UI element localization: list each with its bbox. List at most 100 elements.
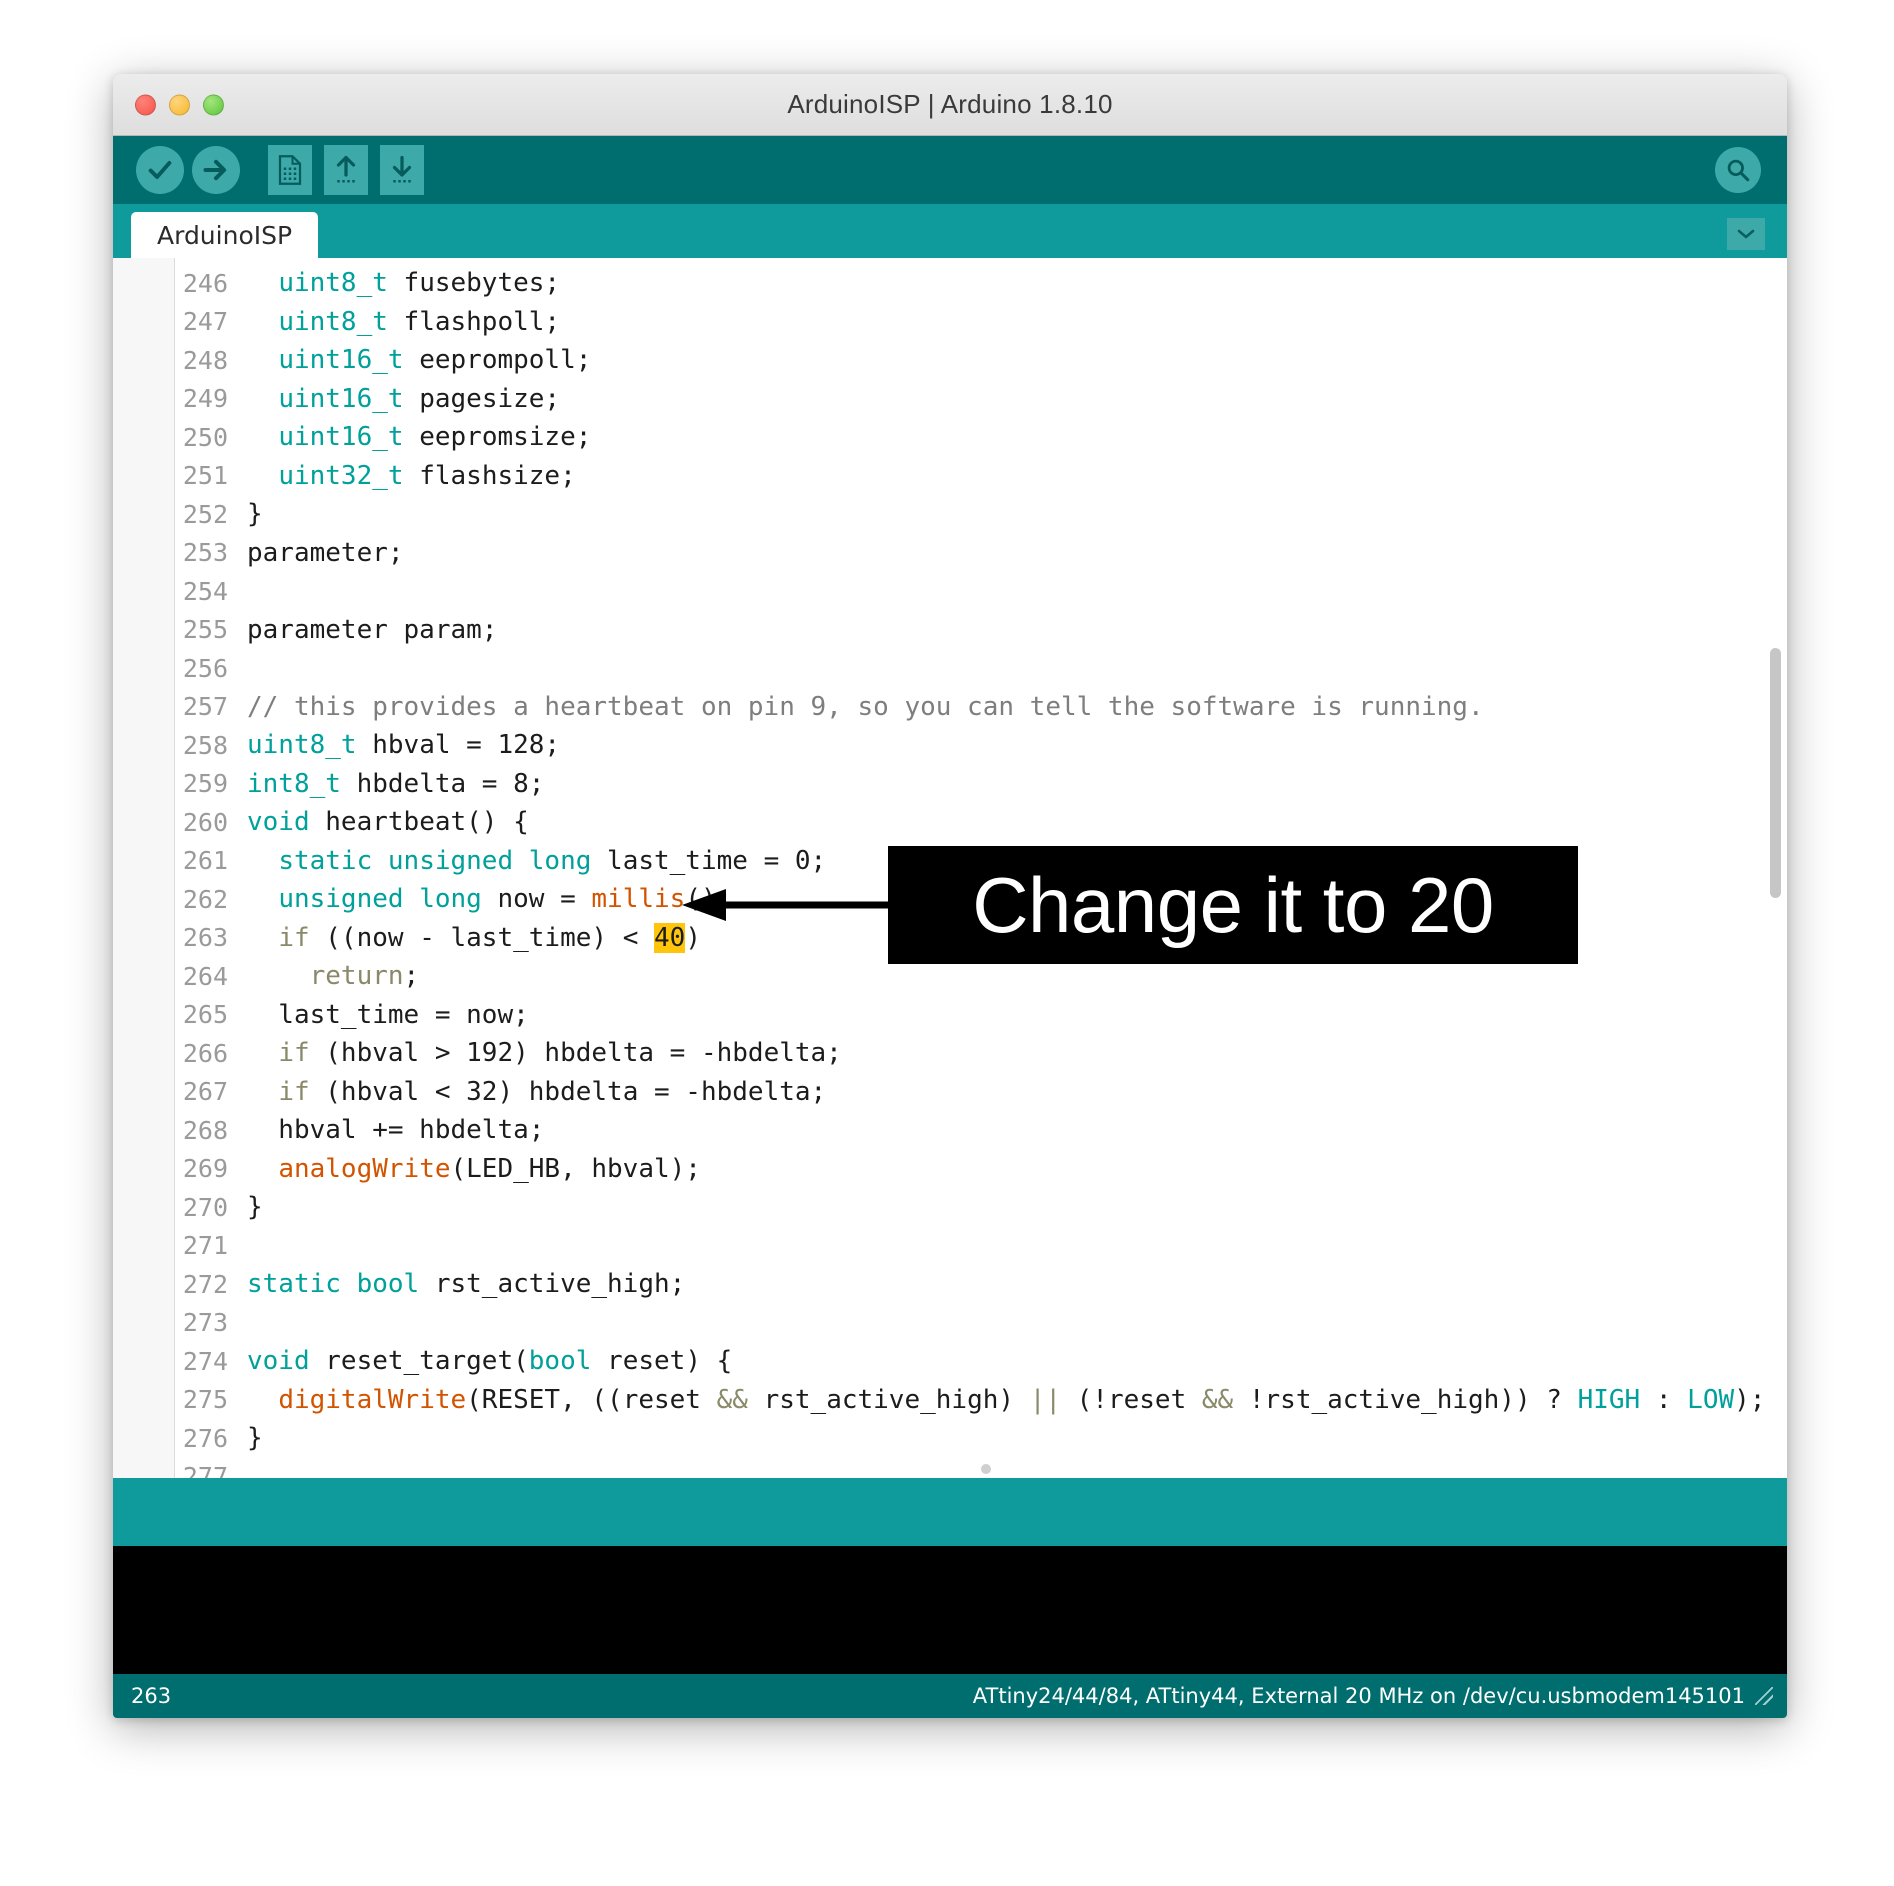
serial-monitor-button[interactable]	[1715, 147, 1761, 193]
code-line-text: analogWrite(LED_HB, hbval);	[278, 1153, 701, 1184]
code-line[interactable]: 275 digitalWrite(RESET, ((reset && rst_a…	[175, 1381, 1787, 1420]
line-number: 269	[182, 1154, 228, 1184]
sketch-tab-bar: ArduinoISP	[113, 204, 1787, 258]
new-file-icon	[268, 145, 312, 195]
code-line[interactable]: 257 // this provides a heartbeat on pin 9…	[175, 688, 1787, 727]
annotation-arrow-icon	[682, 889, 892, 921]
code-line-text: digitalWrite(RESET, ((reset && rst_activ…	[278, 1384, 1766, 1415]
code-line[interactable]: 273	[175, 1304, 1787, 1343]
annotation-text: Change it to 20	[972, 860, 1494, 949]
line-number: 253	[182, 538, 228, 568]
resize-grip[interactable]	[1755, 1687, 1773, 1705]
code-line[interactable]: 255 parameter param;	[175, 611, 1787, 650]
code-line-text: static unsigned long last_time = 0;	[278, 845, 827, 876]
code-line-text: // this provides a heartbeat on pin 9, s…	[247, 691, 1484, 722]
code-line[interactable]: 247 uint8_t flashpoll;	[175, 303, 1787, 342]
highlighted-token[interactable]: 40	[654, 922, 686, 953]
code-line[interactable]: 246 uint8_t fusebytes;	[175, 264, 1787, 303]
code-line[interactable]: 276}	[175, 1419, 1787, 1458]
toolbar	[113, 136, 1787, 204]
new-sketch-button[interactable]	[265, 145, 315, 195]
code-line-text: if (hbval < 32) hbdelta = -hbdelta;	[278, 1076, 827, 1107]
status-bar: 263 ATtiny24/44/84, ATtiny44, External 2…	[113, 1674, 1787, 1718]
line-number: 275	[182, 1385, 228, 1415]
line-number: 272	[182, 1269, 228, 1299]
code-line-text: static bool rst_active_high;	[247, 1269, 686, 1300]
line-number: 247	[182, 307, 228, 337]
code-line[interactable]: 267 if (hbval < 32) hbdelta = -hbdelta;	[175, 1073, 1787, 1112]
line-number: 268	[182, 1115, 228, 1145]
line-number: 261	[182, 846, 228, 876]
verify-button[interactable]	[135, 145, 185, 195]
line-number-gutter	[113, 258, 175, 1478]
arrow-down-icon	[380, 145, 424, 195]
line-number: 270	[182, 1192, 228, 1222]
status-board-info: ATtiny24/44/84, ATtiny44, External 20 MH…	[972, 1684, 1745, 1708]
line-number: 274	[182, 1346, 228, 1376]
line-number: 246	[182, 268, 228, 298]
code-line-text: uint16_t eeprompoll;	[278, 345, 592, 376]
line-number: 260	[182, 807, 228, 837]
code-line[interactable]: 265 last_time = now;	[175, 996, 1787, 1035]
horizontal-scroll-handle[interactable]	[981, 1464, 991, 1474]
line-number: 252	[182, 499, 228, 529]
title-bar: ArduinoISP | Arduino 1.8.10	[113, 74, 1787, 136]
code-line[interactable]: 256	[175, 649, 1787, 688]
line-number: 263	[182, 923, 228, 953]
code-line[interactable]: 270}	[175, 1188, 1787, 1227]
vertical-scrollbar[interactable]	[1767, 258, 1781, 1478]
arrow-up-icon	[324, 145, 368, 195]
line-number: 256	[182, 653, 228, 683]
code-line-text: if ((now - last_time) < 40)	[278, 922, 701, 953]
line-number: 259	[182, 769, 228, 799]
line-number: 265	[182, 1000, 228, 1030]
vertical-scrollbar-thumb[interactable]	[1770, 648, 1781, 898]
line-number: 258	[182, 730, 228, 760]
console-header-strip	[113, 1478, 1787, 1546]
code-line[interactable]: 250 uint16_t eepromsize;	[175, 418, 1787, 457]
magnifier-icon	[1727, 159, 1750, 182]
close-window-button[interactable]	[135, 94, 156, 115]
line-number: 264	[182, 961, 228, 991]
line-number: 255	[182, 615, 228, 645]
open-sketch-button[interactable]	[321, 145, 371, 195]
code-line[interactable]: 254	[175, 572, 1787, 611]
save-sketch-button[interactable]	[377, 145, 427, 195]
code-line[interactable]: 269 analogWrite(LED_HB, hbval);	[175, 1150, 1787, 1189]
line-number: 248	[182, 345, 228, 375]
code-line[interactable]: 268 hbval += hbdelta;	[175, 1111, 1787, 1150]
minimize-window-button[interactable]	[169, 94, 190, 115]
code-line[interactable]: 248 uint16_t eeprompoll;	[175, 341, 1787, 380]
code-line[interactable]: 271	[175, 1227, 1787, 1266]
console-output-panel	[113, 1546, 1787, 1674]
sketch-tab-arduinoisp[interactable]: ArduinoISP	[131, 212, 319, 258]
chevron-down-icon	[1737, 229, 1755, 239]
code-line[interactable]: 272 static bool rst_active_high;	[175, 1265, 1787, 1304]
annotation-callout: Change it to 20	[888, 846, 1578, 964]
code-line[interactable]: 259 int8_t hbdelta = 8;	[175, 765, 1787, 804]
code-line[interactable]: 274 void reset_target(bool reset) {	[175, 1342, 1787, 1381]
code-line[interactable]: 252}	[175, 495, 1787, 534]
code-line[interactable]: 260 void heartbeat() {	[175, 803, 1787, 842]
line-number: 277	[182, 1462, 228, 1478]
check-icon	[136, 146, 184, 194]
code-line[interactable]: 253 parameter;	[175, 534, 1787, 573]
line-number: 250	[182, 422, 228, 452]
code-line-text: uint16_t eepromsize;	[278, 422, 592, 453]
code-line[interactable]: 251 uint32_t flashsize;	[175, 457, 1787, 496]
window-controls	[135, 94, 224, 115]
code-line[interactable]: 249 uint16_t pagesize;	[175, 380, 1787, 419]
upload-button[interactable]	[191, 145, 241, 195]
line-number: 249	[182, 384, 228, 414]
status-line-number: 263	[131, 1684, 172, 1708]
tab-menu-button[interactable]	[1727, 218, 1765, 250]
code-line[interactable]: 266 if (hbval > 192) hbdelta = -hbdelta;	[175, 1034, 1787, 1073]
line-number: 251	[182, 461, 228, 491]
line-number: 266	[182, 1038, 228, 1068]
arrow-right-icon	[192, 146, 240, 194]
window-title: ArduinoISP | Arduino 1.8.10	[787, 89, 1113, 119]
line-number: 273	[182, 1308, 228, 1338]
code-line[interactable]: 258 uint8_t hbval = 128;	[175, 726, 1787, 765]
line-number: 257	[182, 692, 228, 722]
maximize-window-button[interactable]	[203, 94, 224, 115]
